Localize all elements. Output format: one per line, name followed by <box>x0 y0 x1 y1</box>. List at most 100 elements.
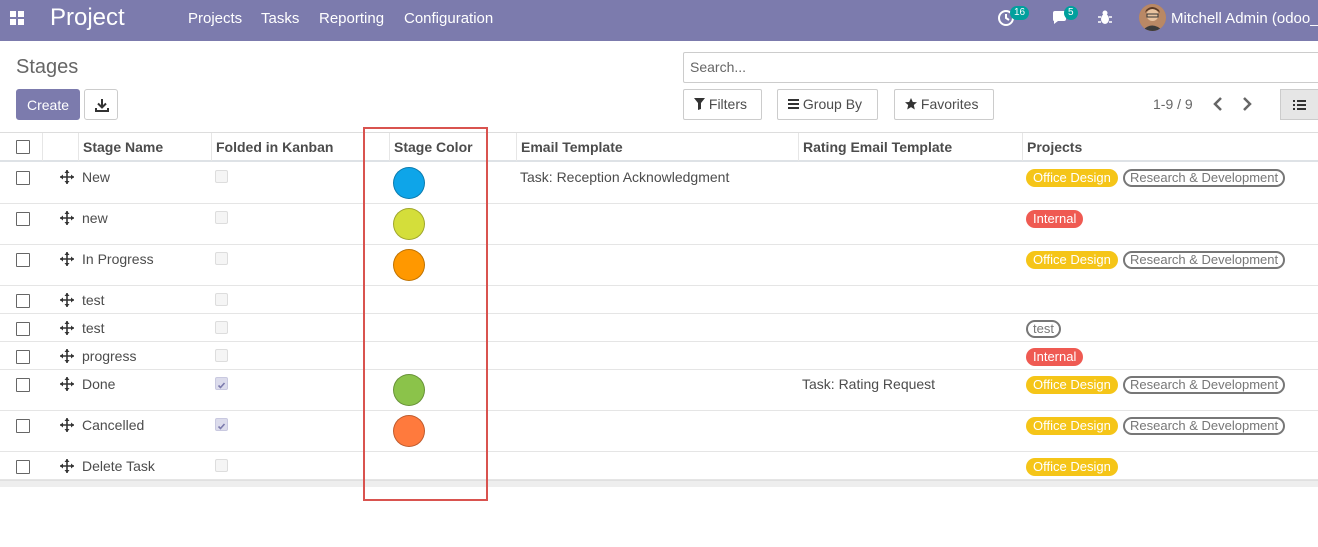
table-footer <box>0 480 1318 487</box>
filters-label: Filters <box>708 96 748 112</box>
stage-name-cell: test <box>82 320 105 336</box>
folded-checkbox <box>215 252 228 265</box>
header-projects[interactable]: Projects <box>1027 139 1082 155</box>
stage-name-cell: In Progress <box>82 251 154 267</box>
group-by-label: Group By <box>802 96 863 112</box>
stage-name-cell: Done <box>82 376 116 392</box>
project-tag: Research & Development <box>1123 251 1286 269</box>
header-stage-color[interactable]: Stage Color <box>394 139 473 155</box>
row-checkbox[interactable] <box>16 419 30 433</box>
row-checkbox[interactable] <box>16 253 30 267</box>
project-tag: Internal <box>1026 348 1084 366</box>
row-checkbox[interactable] <box>16 378 30 392</box>
table-row[interactable]: new Internal <box>0 204 1318 245</box>
folded-checkbox <box>215 459 228 472</box>
avatar[interactable] <box>1139 4 1166 31</box>
chevron-right-icon[interactable] <box>1241 96 1253 112</box>
stage-color-swatch <box>393 167 425 199</box>
stage-name-cell: New <box>82 169 111 185</box>
create-button[interactable]: Create <box>16 89 80 120</box>
table-row[interactable]: In Progress Office Design Research & Devel… <box>0 245 1318 286</box>
export-button[interactable] <box>84 89 118 120</box>
table-row[interactable]: test test <box>0 314 1318 342</box>
stage-color-swatch <box>393 249 425 281</box>
row-checkbox[interactable] <box>16 212 30 226</box>
table-row[interactable]: Delete Task Office Design <box>0 452 1318 480</box>
table-row[interactable]: test <box>0 286 1318 314</box>
folded-checkbox <box>215 377 228 390</box>
rating-email-template-cell: Task: Rating Request <box>802 376 936 392</box>
folded-checkbox <box>215 293 228 306</box>
download-icon <box>95 99 109 112</box>
header-stage-name[interactable]: Stage Name <box>83 139 163 155</box>
list-view-icon <box>1293 100 1306 110</box>
pager-value[interactable]: 1-9 / 9 <box>1153 96 1193 112</box>
apps-grid-icon[interactable] <box>10 11 24 25</box>
activity-badge: 16 <box>1010 6 1030 20</box>
list-icon <box>788 99 799 109</box>
stage-name-cell: progress <box>82 348 137 364</box>
project-tag: Office Design <box>1026 458 1118 476</box>
drag-handle-icon[interactable] <box>60 211 74 225</box>
row-checkbox[interactable] <box>16 294 30 308</box>
project-tag: Office Design <box>1026 376 1118 394</box>
user-menu[interactable]: Mitchell Admin (odoo_1 <box>1171 10 1318 27</box>
project-tag: Office Design <box>1026 251 1118 269</box>
bug-icon[interactable] <box>1096 9 1114 27</box>
group-by-button[interactable]: Group By <box>777 89 878 120</box>
header-email-template[interactable]: Email Template <box>521 139 623 155</box>
drag-handle-icon[interactable] <box>60 349 74 363</box>
filter-icon <box>694 98 705 110</box>
row-checkbox[interactable] <box>16 460 30 474</box>
app-title[interactable]: Project <box>50 4 125 32</box>
table-row[interactable]: Cancelled Office Design Research & Develop… <box>0 411 1318 452</box>
search-input[interactable]: Search... <box>683 52 1318 83</box>
drag-handle-icon[interactable] <box>60 459 74 473</box>
stage-name-cell: Cancelled <box>82 417 145 433</box>
drag-handle-icon[interactable] <box>60 252 74 266</box>
folded-checkbox <box>215 211 228 224</box>
stage-color-swatch <box>393 415 425 447</box>
menu-configuration[interactable]: Configuration <box>404 10 493 27</box>
drag-handle-icon[interactable] <box>60 377 74 391</box>
drag-handle-icon[interactable] <box>60 321 74 335</box>
menu-tasks[interactable]: Tasks <box>261 10 299 27</box>
folded-checkbox <box>215 418 228 431</box>
select-all-checkbox[interactable] <box>16 140 30 154</box>
table-row[interactable]: Done Task: Rating Request Office Design Res… <box>0 370 1318 411</box>
chevron-left-icon[interactable] <box>1212 96 1224 112</box>
project-tag: Internal <box>1026 210 1084 228</box>
table-row[interactable]: progress Internal <box>0 342 1318 370</box>
favorites-label: Favorites <box>920 96 979 112</box>
drag-handle-icon[interactable] <box>60 170 74 184</box>
star-icon <box>905 98 917 110</box>
list-view-button[interactable] <box>1280 89 1318 120</box>
stage-color-swatch <box>393 374 425 406</box>
stage-color-swatch <box>393 208 425 240</box>
menu-reporting[interactable]: Reporting <box>319 10 384 27</box>
top-navbar: Project Projects Tasks Reporting Configu… <box>0 0 1318 41</box>
folded-checkbox <box>215 321 228 334</box>
row-checkbox[interactable] <box>16 171 30 185</box>
header-folded-in-kanban[interactable]: Folded in Kanban <box>216 139 333 155</box>
row-checkbox[interactable] <box>16 322 30 336</box>
stage-name-cell: Delete Task <box>82 458 155 474</box>
project-tag: Office Design <box>1026 169 1118 187</box>
folded-checkbox <box>215 349 228 362</box>
project-tag: Research & Development <box>1123 169 1286 187</box>
stage-name-cell: new <box>82 210 108 226</box>
project-tag: Research & Development <box>1123 376 1286 394</box>
drag-handle-icon[interactable] <box>60 293 74 307</box>
row-checkbox[interactable] <box>16 350 30 364</box>
folded-checkbox <box>215 170 228 183</box>
project-tag: Research & Development <box>1123 417 1286 435</box>
email-template-cell: Task: Reception Acknowledgment <box>520 169 730 185</box>
favorites-button[interactable]: Favorites <box>894 89 994 120</box>
menu-projects[interactable]: Projects <box>188 10 242 27</box>
stage-name-cell: test <box>82 292 105 308</box>
table-row[interactable]: New Task: Reception Acknowledgment Office … <box>0 163 1318 204</box>
header-rating-email-template[interactable]: Rating Email Template <box>803 139 952 155</box>
filters-button[interactable]: Filters <box>683 89 762 120</box>
drag-handle-icon[interactable] <box>60 418 74 432</box>
project-tag: Office Design <box>1026 417 1118 435</box>
